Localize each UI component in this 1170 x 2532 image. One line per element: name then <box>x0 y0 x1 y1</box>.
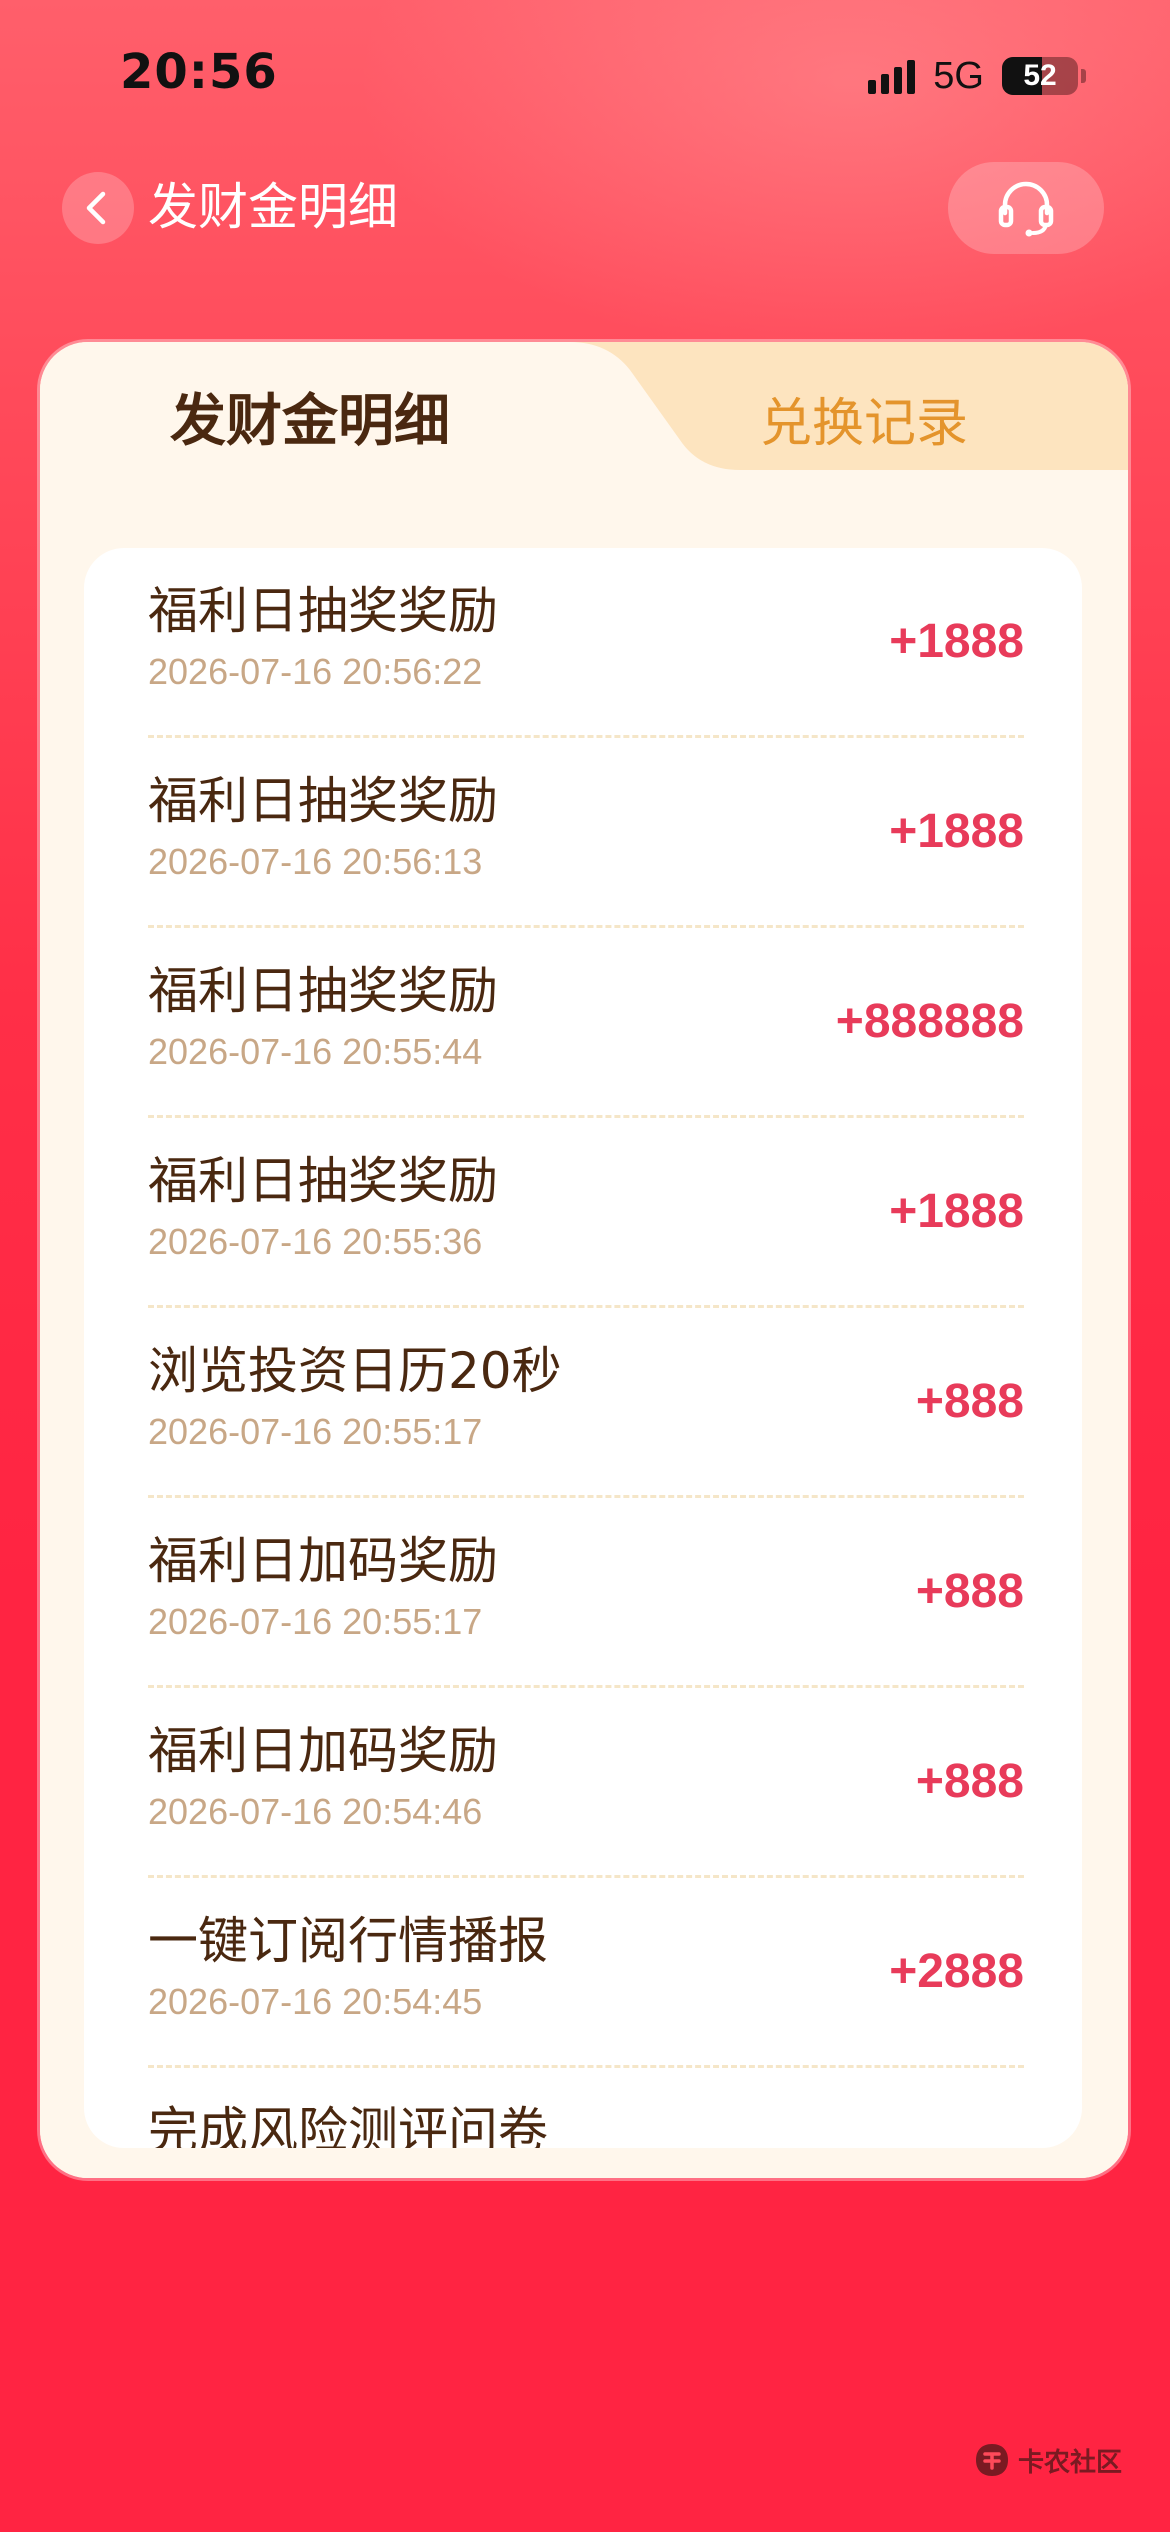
record-amount: +1888 <box>889 615 1024 668</box>
status-time: 20:56 <box>120 44 278 100</box>
chevron-left-icon <box>86 191 106 225</box>
network-label: 5G <box>933 54 984 97</box>
list-item: 福利日抽奖奖励 2026-07-16 20:56:13 +1888 <box>148 738 1024 928</box>
record-time: 2026-07-16 20:55:44 <box>148 1031 483 1072</box>
record-time: 2026-07-16 20:55:17 <box>148 1601 483 1642</box>
record-amount: +2888 <box>889 1945 1024 1998</box>
watermark: 卡农社区 <box>972 2440 1122 2480</box>
record-title: 福利日加码奖励 <box>148 1532 498 1590</box>
list-item: 一键订阅行情播报 2026-07-16 20:54:45 +2888 <box>148 1878 1024 2068</box>
battery-cap <box>1081 69 1086 83</box>
record-amount: +888 <box>915 1565 1024 1618</box>
signal-icon <box>868 58 916 94</box>
headset-icon <box>998 181 1054 237</box>
list-item: 福利日加码奖励 2026-07-16 20:54:46 +888 <box>148 1688 1024 1878</box>
record-title: 完成风险测评问卷 <box>148 2102 548 2148</box>
record-amount: +888 <box>915 1755 1024 1808</box>
record-amount: +888888 <box>835 995 1024 1048</box>
page-title: 发财金明细 <box>148 178 398 236</box>
record-amount: +1888 <box>889 805 1024 858</box>
record-time: 2026-07-16 20:55:36 <box>148 1221 483 1262</box>
customer-service-button[interactable] <box>948 162 1104 254</box>
status-indicators: 5G 52 <box>868 52 1086 100</box>
list-item: 福利日抽奖奖励 2026-07-16 20:56:22 +1888 <box>148 548 1024 738</box>
list-item: 福利日抽奖奖励 2026-07-16 20:55:36 +1888 <box>148 1118 1024 1308</box>
record-time: 2026-07-16 20:56:13 <box>148 841 483 882</box>
tab-exchange-records[interactable]: 兑换记录 <box>760 386 968 462</box>
record-amount: +888 <box>915 1375 1024 1428</box>
watermark-text: 卡农社区 <box>1018 2447 1123 2478</box>
watermark-logo-icon <box>976 2444 1008 2476</box>
record-title: 浏览投资日历20秒 <box>148 1342 562 1400</box>
records-list: 福利日抽奖奖励 2026-07-16 20:56:22 +1888 福利日抽奖奖… <box>84 548 1082 2148</box>
record-title: 福利日抽奖奖励 <box>148 582 498 640</box>
record-title: 福利日抽奖奖励 <box>148 1152 498 1210</box>
record-time: 2026-07-16 20:54:45 <box>148 1981 483 2022</box>
record-title: 福利日抽奖奖励 <box>148 772 498 830</box>
list-item: 浏览投资日历20秒 2026-07-16 20:55:17 +888 <box>148 1308 1024 1498</box>
tab-details[interactable]: 发财金明细 <box>170 382 450 462</box>
battery-level: 52 <box>1023 59 1057 92</box>
list-item-partial: 完成风险测评问卷 <box>148 2068 1024 2148</box>
record-time: 2026-07-16 20:56:22 <box>148 651 483 692</box>
record-title: 一键订阅行情播报 <box>148 1912 548 1970</box>
record-time: 2026-07-16 20:54:46 <box>148 1791 483 1832</box>
details-card: 发财金明细 兑换记录 福利日抽奖奖励 2026-07-16 20:56:22 +… <box>40 342 1128 2178</box>
list-item: 福利日加码奖励 2026-07-16 20:55:17 +888 <box>148 1498 1024 1688</box>
battery-icon: 52 <box>1002 57 1078 95</box>
list-item: 福利日抽奖奖励 2026-07-16 20:55:44 +888888 <box>148 928 1024 1118</box>
record-time: 2026-07-16 20:55:17 <box>148 1411 483 1452</box>
record-title: 福利日抽奖奖励 <box>148 962 498 1020</box>
record-title: 福利日加码奖励 <box>148 1722 498 1780</box>
back-button[interactable] <box>62 172 134 244</box>
record-amount: +1888 <box>889 1185 1024 1238</box>
